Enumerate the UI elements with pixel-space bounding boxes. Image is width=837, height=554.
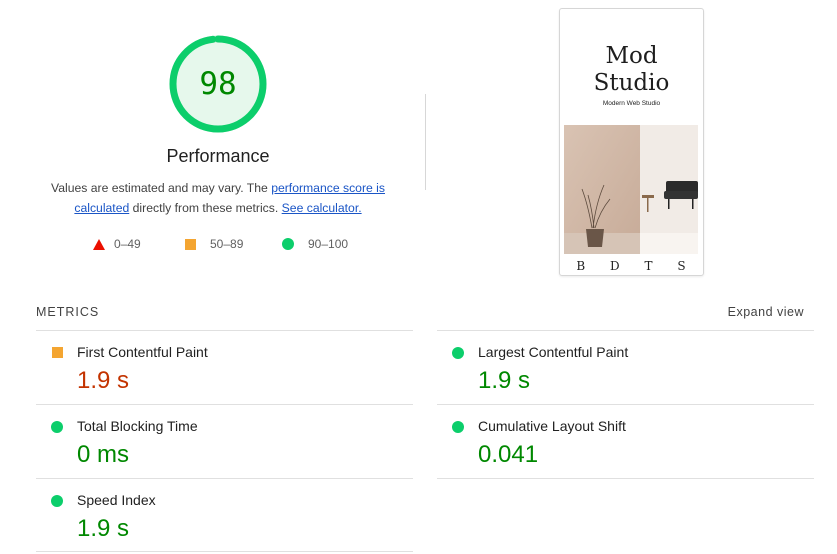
- brand-line-1: Mod: [605, 43, 658, 69]
- description-text-2: directly from these metrics.: [129, 201, 282, 215]
- description-text-1: Values are estimated and may vary. The: [51, 181, 272, 195]
- square-icon: [185, 238, 196, 250]
- metric-name: Total Blocking Time: [77, 418, 198, 434]
- section-divider: [425, 94, 426, 190]
- score-description: Values are estimated and may vary. The p…: [40, 178, 396, 218]
- metric-name: Speed Index: [77, 492, 156, 508]
- pass-circle-icon: [452, 347, 464, 359]
- nav-letter: B: [576, 259, 586, 273]
- metric-name: Largest Contentful Paint: [478, 344, 629, 360]
- metric-value: 1.9 s: [77, 367, 130, 394]
- pass-circle-icon: [452, 421, 464, 433]
- metric-value: 0 ms: [77, 441, 130, 468]
- legend-label-pass: 90–100: [308, 237, 349, 251]
- performance-score-gauge: 98: [168, 34, 268, 134]
- nav-letter: T: [644, 259, 653, 273]
- triangle-icon: [93, 238, 105, 250]
- final-screenshot-thumbnail[interactable]: Mod Studio Modern Web Studio B D T S: [559, 8, 704, 276]
- legend-label-average: 50–89: [210, 237, 244, 251]
- average-square-icon: [52, 347, 63, 358]
- screenshot-brand: Mod Studio: [560, 43, 703, 97]
- metric-value: 1.9 s: [77, 515, 130, 542]
- see-calculator-link[interactable]: See calculator.: [282, 201, 362, 215]
- screenshot-hero-image: [564, 125, 698, 254]
- metric-value: 1.9 s: [478, 367, 531, 394]
- metric-total-blocking-time: Total Blocking Time 0 ms: [36, 405, 413, 478]
- metric-divider: [437, 478, 814, 479]
- brand-line-2: Studio: [593, 70, 670, 96]
- nav-letter: D: [610, 259, 620, 273]
- interior-photo-illustration: [564, 125, 698, 254]
- metric-speed-index: Speed Index 1.9 s: [36, 479, 413, 552]
- pass-circle-icon: [51, 495, 63, 507]
- circle-icon: [282, 238, 294, 250]
- metric-divider: [36, 551, 413, 552]
- metric-name: First Contentful Paint: [77, 344, 208, 360]
- expand-view-toggle[interactable]: Expand view: [728, 305, 804, 319]
- legend-label-fail: 0–49: [114, 237, 141, 251]
- metric-first-contentful-paint: First Contentful Paint 1.9 s: [36, 331, 413, 404]
- legend-item-fail: 0–49: [93, 237, 141, 251]
- screenshot-tagline: Modern Web Studio: [602, 100, 661, 107]
- metrics-header: METRICS: [36, 305, 100, 319]
- legend-item-pass: 90–100: [282, 237, 348, 251]
- metric-value: 0.041: [478, 441, 539, 468]
- nav-letter: S: [677, 259, 686, 273]
- metric-name: Cumulative Layout Shift: [478, 418, 626, 434]
- screenshot-nav: B D T S: [564, 259, 698, 273]
- metric-cumulative-layout-shift: Cumulative Layout Shift 0.041: [437, 405, 814, 478]
- legend-item-average: 50–89: [185, 237, 243, 251]
- score-value: 98: [199, 66, 237, 102]
- pass-circle-icon: [51, 421, 63, 433]
- category-title: Performance: [166, 146, 270, 166]
- metric-largest-contentful-paint: Largest Contentful Paint 1.9 s: [437, 331, 814, 404]
